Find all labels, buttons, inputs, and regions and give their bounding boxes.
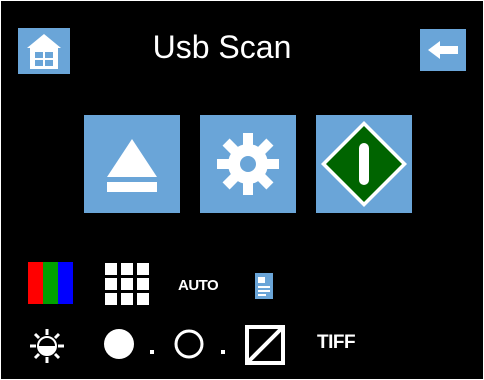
filled-circle-icon xyxy=(104,329,134,359)
color-mode-button[interactable] xyxy=(28,262,73,304)
resolution-button[interactable] xyxy=(105,263,149,305)
contrast-button[interactable] xyxy=(245,325,285,365)
document-icon xyxy=(255,273,273,299)
page-title: Usb Scan xyxy=(152,29,292,65)
start-scan-button[interactable] xyxy=(316,115,412,213)
brightness-button[interactable] xyxy=(28,327,66,365)
grid-icon xyxy=(105,263,149,305)
density-light-button[interactable] xyxy=(173,328,205,360)
file-format-button[interactable]: TIFF xyxy=(317,332,356,354)
start-scan-icon xyxy=(321,121,407,207)
brightness-icon xyxy=(30,329,64,363)
outline-circle-icon xyxy=(174,329,204,359)
density-dark-button[interactable] xyxy=(103,328,135,360)
separator-dot xyxy=(221,350,225,354)
contrast-icon xyxy=(245,325,285,365)
back-button[interactable] xyxy=(420,29,466,71)
document-size-button[interactable] xyxy=(255,273,273,299)
rgb-color-icon xyxy=(28,262,73,304)
eject-icon xyxy=(107,139,157,192)
separator-dot xyxy=(150,350,154,354)
auto-size-button[interactable]: AUTO xyxy=(178,277,219,294)
back-arrow-icon xyxy=(428,41,458,59)
eject-button[interactable] xyxy=(84,115,180,213)
gear-icon xyxy=(217,133,279,195)
settings-button[interactable] xyxy=(200,115,296,213)
